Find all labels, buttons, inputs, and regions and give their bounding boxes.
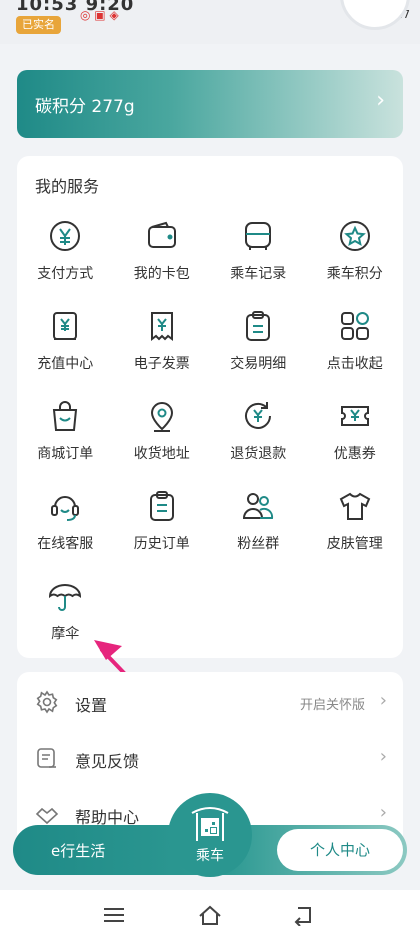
service-skin-management[interactable]: 皮肤管理	[307, 480, 404, 570]
service-label: 收货地址	[133, 446, 190, 462]
help-icon	[35, 802, 59, 826]
pagoda-qr-icon	[191, 807, 229, 841]
group-icon	[240, 488, 276, 524]
grid-icon	[337, 308, 373, 344]
service-label: 乘车积分	[326, 266, 383, 282]
shopping-bag-icon	[47, 398, 83, 434]
service-payment-method[interactable]: 支付方式	[17, 210, 114, 300]
service-label: 点击收起	[326, 356, 383, 372]
service-label: 支付方式	[37, 266, 94, 282]
certified-badge: 已实名	[16, 16, 61, 34]
home-icon[interactable]	[198, 904, 222, 926]
service-label: 我的卡包	[133, 266, 190, 282]
star-circle-icon	[337, 218, 373, 254]
service-ride-records[interactable]: 乘车记录	[210, 210, 307, 300]
service-recharge-center[interactable]: 充值中心	[17, 300, 114, 390]
invoice-icon	[144, 308, 180, 344]
card-yuan-icon	[47, 308, 83, 344]
my-services-card: 我的服务 支付方式 我的卡包 乘车记录 乘车积分 充值中心 电子发票 交易明细 …	[17, 156, 403, 658]
care-mode-value: 开启关怀版	[299, 698, 365, 713]
status-bar: 10:53 9:20 已实名 ◎ ▣ ◈ 27	[0, 0, 420, 44]
service-collapse[interactable]: 点击收起	[307, 300, 404, 390]
menu-icon[interactable]	[104, 908, 124, 922]
service-fan-group[interactable]: 粉丝群	[210, 480, 307, 570]
service-label: 充值中心	[37, 356, 94, 372]
back-icon[interactable]	[292, 904, 316, 926]
service-card-wallet[interactable]: 我的卡包	[114, 210, 211, 300]
avatar[interactable]	[340, 0, 410, 30]
service-label: 历史订单	[133, 536, 190, 552]
settings-label: 设置	[75, 696, 108, 715]
services-grid: 支付方式 我的卡包 乘车记录 乘车积分 充值中心 电子发票 交易明细 点击收起 …	[17, 210, 403, 660]
service-transaction-details[interactable]: 交易明细	[210, 300, 307, 390]
service-ride-points[interactable]: 乘车积分	[307, 210, 404, 300]
headset-icon	[47, 488, 83, 524]
service-shipping-address[interactable]: 收货地址	[114, 390, 211, 480]
settings-row[interactable]: 设置 开启关怀版 ›	[17, 674, 403, 730]
service-label: 皮肤管理	[326, 536, 383, 552]
system-nav-bar	[0, 890, 420, 940]
service-mall-orders[interactable]: 商城订单	[17, 390, 114, 480]
wallet-icon	[144, 218, 180, 254]
location-pin-icon	[144, 398, 180, 434]
history-order-icon	[144, 488, 180, 524]
service-returns-refunds[interactable]: 退货退款	[210, 390, 307, 480]
clipboard-icon	[240, 308, 276, 344]
carbon-points-card[interactable]: 碳积分 277g ›	[17, 70, 403, 138]
refund-icon	[240, 398, 276, 434]
service-label: 乘车记录	[230, 266, 287, 282]
service-label: 商城订单	[37, 446, 94, 462]
service-label: 交易明细	[230, 356, 287, 372]
chevron-right-icon: ›	[379, 746, 387, 767]
chevron-right-icon: ›	[376, 88, 385, 113]
service-umbrella[interactable]: 摩伞	[17, 570, 114, 660]
gear-icon	[35, 690, 59, 714]
service-label: 在线客服	[37, 536, 94, 552]
service-coupons[interactable]: 优惠券	[307, 390, 404, 480]
bottom-tab-bar: e行生活 乘车 个人中心	[13, 793, 407, 877]
chevron-right-icon: ›	[379, 802, 387, 823]
carbon-points-label: 碳积分 277g	[35, 97, 135, 117]
service-online-support[interactable]: 在线客服	[17, 480, 114, 570]
service-label: 摩伞	[51, 626, 80, 642]
shirt-icon	[337, 488, 373, 524]
service-e-invoice[interactable]: 电子发票	[114, 300, 211, 390]
feedback-label: 意见反馈	[75, 752, 140, 771]
chevron-right-icon: ›	[379, 690, 387, 711]
coupon-icon	[337, 398, 373, 434]
tab-ride[interactable]: 乘车	[168, 793, 252, 877]
feedback-row[interactable]: 意见反馈 ›	[17, 730, 403, 786]
tab-e-life[interactable]: e行生活	[51, 840, 105, 861]
services-title: 我的服务	[35, 177, 100, 196]
bus-icon	[240, 218, 276, 254]
feedback-icon	[35, 746, 59, 770]
yuan-circle-icon	[47, 218, 83, 254]
tab-ride-label: 乘车	[196, 848, 224, 864]
tab-personal-center[interactable]: 个人中心	[277, 829, 403, 871]
service-history-orders[interactable]: 历史订单	[114, 480, 211, 570]
service-label: 优惠券	[333, 446, 376, 462]
umbrella-icon	[47, 578, 83, 614]
notification-icons: ◎ ▣ ◈	[80, 8, 119, 22]
service-label: 退货退款	[230, 446, 287, 462]
service-label: 粉丝群	[237, 536, 280, 552]
service-label: 电子发票	[133, 356, 190, 372]
